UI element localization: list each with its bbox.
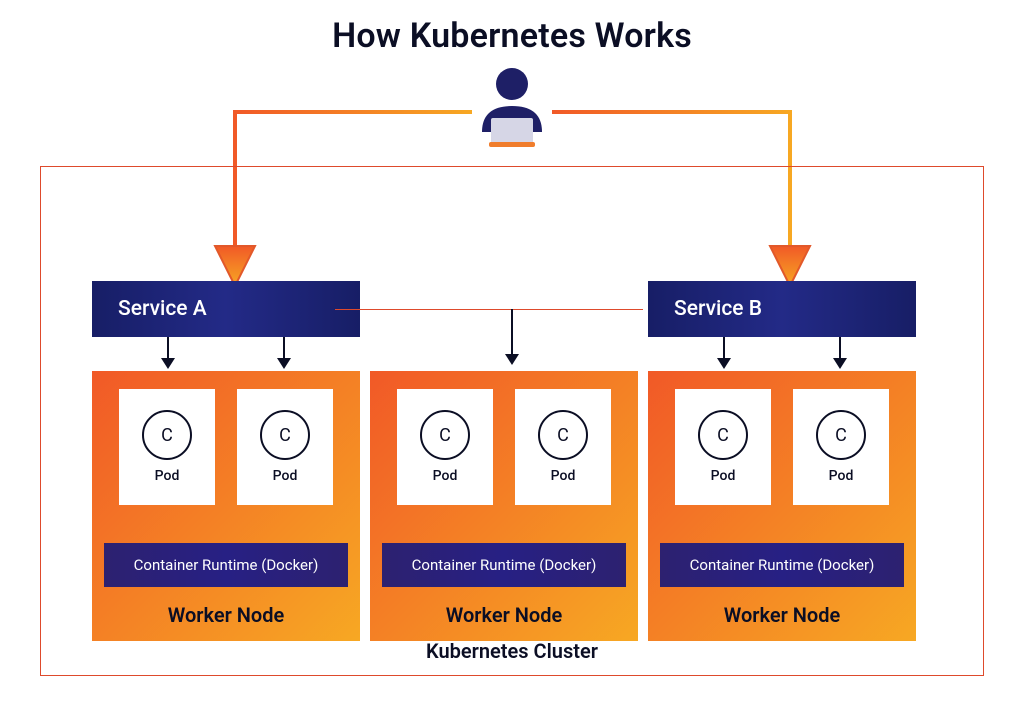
arrow-service-a-to-pod-1 xyxy=(167,337,169,367)
pod-label: Pod xyxy=(273,468,298,484)
container-runtime-bar: Container Runtime (Docker) xyxy=(660,543,904,587)
container-runtime-bar: Container Runtime (Docker) xyxy=(104,543,348,587)
service-b-header: Service B xyxy=(648,281,916,337)
service-b-label: Service B xyxy=(674,297,762,321)
worker-node-3: C Pod C Pod Container Runtime (Docker) W… xyxy=(648,371,916,641)
container-icon: C xyxy=(538,410,588,460)
container-icon: C xyxy=(698,410,748,460)
pods-row: C Pod C Pod xyxy=(648,389,916,505)
pod: C Pod xyxy=(515,389,611,505)
pods-row: C Pod C Pod xyxy=(92,389,360,505)
pod: C Pod xyxy=(119,389,215,505)
service-a-label: Service A xyxy=(118,297,207,321)
service-a-header: Service A xyxy=(92,281,360,337)
service-connector-line xyxy=(335,309,643,310)
pod: C Pod xyxy=(675,389,771,505)
worker-node-label: Worker Node xyxy=(648,603,916,627)
container-icon: C xyxy=(816,410,866,460)
pod-label: Pod xyxy=(155,468,180,484)
container-icon: C xyxy=(260,410,310,460)
worker-node-1: C Pod C Pod Container Runtime (Docker) W… xyxy=(92,371,360,641)
pod: C Pod xyxy=(397,389,493,505)
pod-label: Pod xyxy=(829,468,854,484)
container-icon: C xyxy=(142,410,192,460)
pod-label: Pod xyxy=(551,468,576,484)
pod-label: Pod xyxy=(433,468,458,484)
worker-node-label: Worker Node xyxy=(370,603,638,627)
arrow-service-a-to-pod-2 xyxy=(283,337,285,367)
pod: C Pod xyxy=(237,389,333,505)
pod-label: Pod xyxy=(711,468,736,484)
arrow-service-b-to-pod-1 xyxy=(723,337,725,367)
container-icon: C xyxy=(420,410,470,460)
pod: C Pod xyxy=(793,389,889,505)
arrow-connector-to-worker-2 xyxy=(511,309,513,363)
pods-row: C Pod C Pod xyxy=(370,389,638,505)
arrow-service-b-to-pod-2 xyxy=(839,337,841,367)
worker-node-label: Worker Node xyxy=(92,603,360,627)
user-icon xyxy=(467,62,557,152)
container-runtime-bar: Container Runtime (Docker) xyxy=(382,543,626,587)
worker-node-2: C Pod C Pod Container Runtime (Docker) W… xyxy=(370,371,638,641)
cluster-label: Kubernetes Cluster xyxy=(41,639,983,663)
diagram-title: How Kubernetes Works xyxy=(0,16,1024,56)
